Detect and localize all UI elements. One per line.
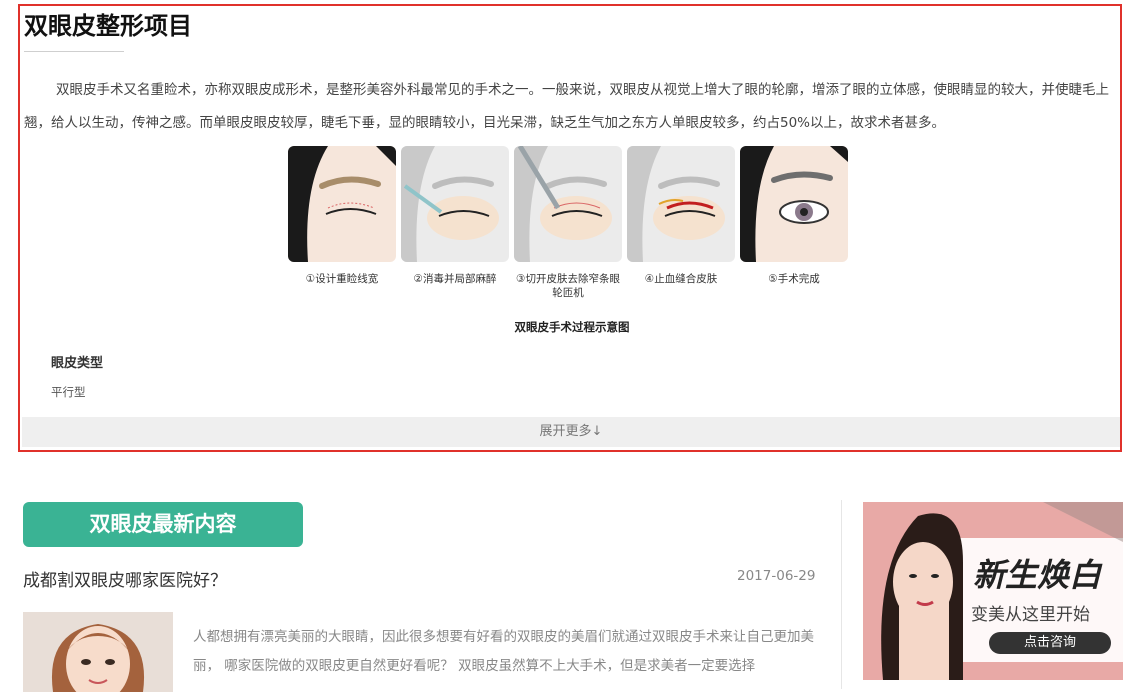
figure-caption: 双眼皮手术过程示意图: [514, 320, 630, 334]
ad-banner[interactable]: 新生焕白 变美从这里开始 点击咨询: [863, 502, 1123, 680]
step-1-caption: ①设计重睑线宽: [305, 273, 379, 285]
step-2-caption: ②消毒并局部麻醉: [413, 273, 497, 285]
intro-paragraph: 双眼皮手术又名重睑术，亦称双眼皮成形术，是整形美容外科最常见的手术之一。一般来说…: [24, 82, 1109, 131]
step-5-caption: ⑤手术完成: [768, 273, 820, 285]
step-3: ③切开皮肤去除窄条眼轮匝机: [514, 146, 622, 300]
article-date: 2017-06-29: [737, 568, 816, 584]
eyelid-type-value: 平行型: [51, 385, 86, 399]
step-2-image: [401, 146, 509, 262]
step-4: ④止血缝合皮肤: [627, 146, 735, 286]
step-5: ⑤手术完成: [740, 146, 848, 286]
step-5-image: [740, 146, 848, 262]
latest-content-tab[interactable]: 双眼皮最新内容: [23, 502, 303, 547]
surgery-steps-figure: ①设计重睑线宽 ②消毒并局部麻醉 ③切开皮肤去除窄条眼轮匝机 ④止血缝合皮肤 ⑤…: [288, 146, 848, 306]
article-title-link[interactable]: 成都割双眼皮哪家医院好？: [23, 566, 227, 591]
step-4-caption: ④止血缝合皮肤: [644, 273, 718, 285]
step-2: ②消毒并局部麻醉: [401, 146, 509, 286]
step-4-image: [627, 146, 735, 262]
ad-subtitle: 变美从这里开始: [971, 605, 1090, 625]
page-title: 双眼皮整形项目: [24, 12, 192, 40]
title-underline: [24, 51, 124, 52]
consult-button[interactable]: 点击咨询: [989, 632, 1111, 654]
article-thumbnail[interactable]: [23, 612, 173, 692]
article-excerpt: 人都想拥有漂亮美丽的大眼睛，因此很多想要有好看的双眼皮的美眉们就通过双眼皮手术来…: [193, 629, 814, 674]
step-3-image: [514, 146, 622, 262]
ad-title: 新生焕白: [973, 556, 1102, 594]
intro-section: 双眼皮整形项目 双眼皮手术又名重睑术，亦称双眼皮成形术，是整形美容外科最常见的手…: [18, 4, 1122, 452]
step-1: ①设计重睑线宽: [288, 146, 396, 286]
expand-more-button[interactable]: 展开更多↓: [22, 417, 1120, 447]
step-3-caption: ③切开皮肤去除窄条眼轮匝机: [516, 273, 620, 299]
eyelid-type-heading: 眼皮类型: [51, 356, 104, 371]
step-1-image: [288, 146, 396, 262]
column-divider: [841, 500, 842, 689]
